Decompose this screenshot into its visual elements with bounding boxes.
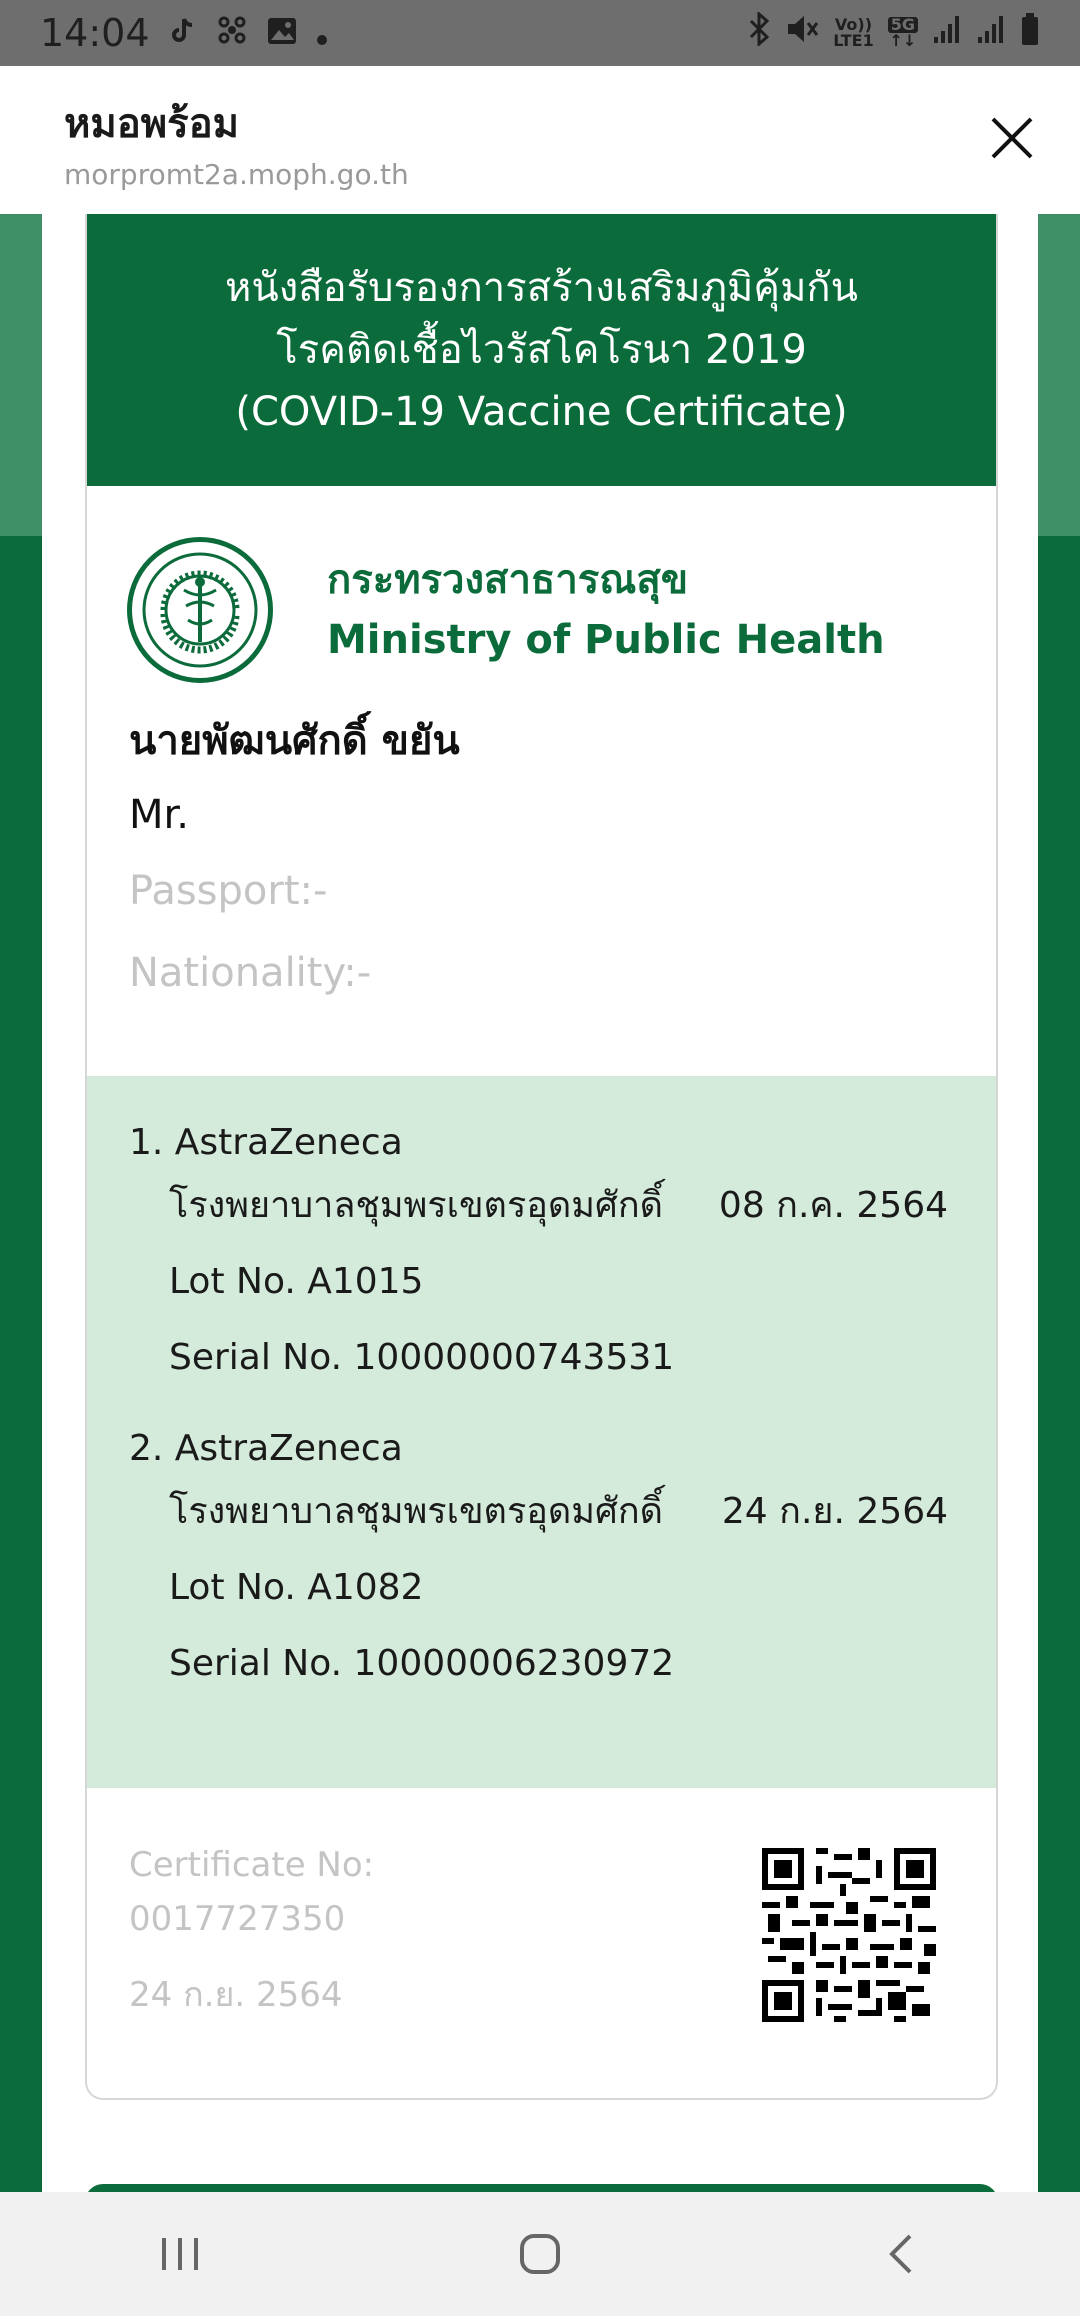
recent-apps-button[interactable] [120,2209,240,2299]
dose-item: 2. AstraZeneca โรงพยาบาลชุมพรเขตรอุดมศัก… [129,1424,954,1702]
ministry-block: กระทรวงสาธารณสุข Ministry of Public Heal… [87,486,996,692]
ministry-name-en: Ministry of Public Health [327,617,885,663]
gallery-icon [266,11,298,55]
dose-list: 1. AstraZeneca โรงพยาบาลชุมพรเขตรอุดมศัก… [87,1076,996,1788]
certificate-title-th-2: โรคติดเชื้อไวรัสโคโรนา 2019 [276,327,807,373]
mute-icon [785,12,819,54]
dose-item: 1. AstraZeneca โรงพยาบาลชุมพรเขตรอุดมศัก… [129,1118,954,1396]
back-icon [889,2234,912,2274]
system-nav-bar [0,2192,1080,2316]
dose-vaccine: 2. AstraZeneca [129,1428,403,1469]
dose-serial: Serial No. 10000000743531 [169,1337,675,1378]
nationality-label: Nationality:- [129,950,372,996]
certificate-title-en: (COVID-19 Vaccine Certificate) [235,389,848,435]
certificate-title-th-1: หนังสือรับรองการสร้างเสริมภูมิคุ้มกัน [224,265,858,311]
ministry-name-th: กระทรวงสาธารณสุข [327,557,689,603]
signal-icon-1 [932,13,962,53]
dose-date: 08 ก.ค. 2564 [718,1185,948,1226]
dose-serial: Serial No. 10000006230972 [169,1643,675,1684]
certificate-header: หนังสือรับรองการสร้างเสริมภูมิคุ้มกัน โร… [87,214,996,486]
battery-icon [1020,12,1040,54]
recent-apps-icon [162,2238,198,2270]
data-arrows-icon: ↑↓ [889,31,917,50]
dose-date: 24 ก.ย. 2564 [721,1491,948,1532]
signal-icon-2 [976,13,1006,53]
home-icon [520,2234,560,2274]
notification-dot-icon [316,11,328,55]
vaccine-certificate-card: หนังสือรับรองการสร้างเสริมภูมิคุ้มกัน โร… [85,214,998,2100]
network-share-icon [216,11,248,55]
page-url: morpromt2a.moph.go.th [64,158,409,191]
dose-hospital: โรงพยาบาลชุมพรเขตรอุดมศักดิ์ [169,1491,664,1532]
qr-code-icon [762,1848,936,2022]
status-bar: 14:04 Vo)) LTE1 5G ↑↓ [0,0,1080,66]
close-icon [991,117,1033,159]
dose-vaccine: 1. AstraZeneca [129,1122,403,1163]
person-info: นายพัฒนศักดิ์ ขยัน Mr. Passport:- Nation… [87,692,996,1014]
home-button[interactable] [480,2209,600,2299]
tiktok-icon [168,11,198,55]
webview-header: หมอพร้อม morpromt2a.moph.go.th [0,66,1080,214]
close-button[interactable] [980,106,1044,170]
dose-lot: Lot No. A1082 [169,1567,424,1608]
back-button[interactable] [840,2209,960,2299]
certificate-footer: Certificate No: 0017727350 24 ก.ย. 2564 [87,1788,996,2088]
person-name-th: นายพัฒนศักดิ์ ขยัน [129,718,460,764]
passport-label: Passport:- [129,868,328,914]
dose-hospital: โรงพยาบาลชุมพรเขตรอุดมศักดิ์ [169,1185,664,1226]
volte-indicator: Vo)) LTE1 [833,17,874,49]
network-5g-indicator: 5G ↑↓ [887,17,918,50]
ministry-seal-icon [127,537,273,683]
bluetooth-icon [747,10,771,54]
dose-lot: Lot No. A1015 [169,1261,424,1302]
status-time: 14:04 [40,11,150,55]
lte-label: LTE1 [833,31,874,50]
person-name-en: Mr. [129,792,189,838]
app-title: หมอพร้อม [64,101,239,147]
